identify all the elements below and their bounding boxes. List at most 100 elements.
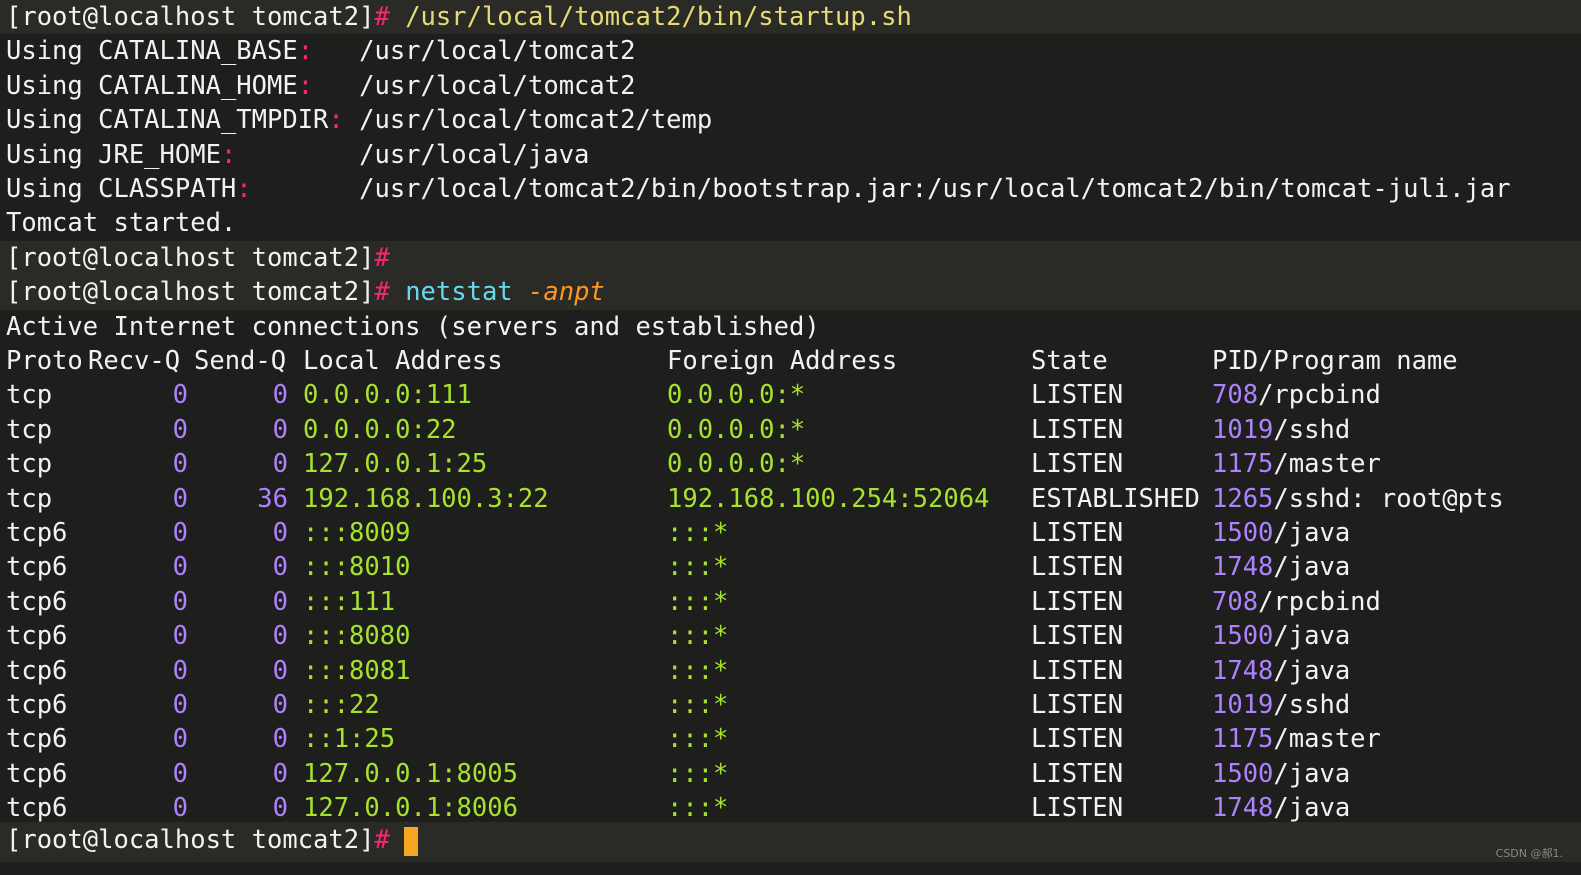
cell-program: /java: [1273, 758, 1351, 789]
cell-program: /java: [1273, 621, 1351, 652]
cell-proto: tcp6: [6, 621, 68, 652]
env-sep: :: [297, 70, 314, 101]
prompt-user-host: [root@localhost tomcat2]: [6, 2, 375, 32]
cell-program: /rpcbind: [1258, 380, 1381, 411]
prompt-line-netstat: [root@localhost tomcat2]# netstat -anpt: [0, 275, 1581, 310]
cell-proto: tcp: [6, 483, 53, 514]
cell-recvq: 0: [172, 690, 188, 720]
cell-sendq: 0: [272, 621, 288, 652]
env-pad: [344, 105, 359, 135]
table-row: tcp6 0 0:::111:::* LISTEN 708/rpcbind: [0, 585, 1581, 619]
cell-local-address: :::8080: [303, 621, 411, 652]
env-sep: :: [220, 139, 237, 170]
table-row: tcp 0 0 0.0.0.0:111 0.0.0.0:* LISTEN 708/rpcbi…: [0, 378, 1581, 412]
table-row: tcp6 0 0 127.0.0.1:8005:::* LISTEN 1500/java: [0, 757, 1581, 791]
prompt-line-empty: [root@localhost tomcat2]#: [0, 240, 1581, 276]
cell-pid: 1500: [1212, 621, 1274, 652]
cell-pid: 1019: [1212, 414, 1274, 445]
table-row: tcp6 0 0 127.0.0.1:8006:::* LISTEN 1748/java: [0, 791, 1581, 825]
table-row: tcp6 0 0:::8010:::* LISTEN 1748/java: [0, 550, 1581, 584]
startup-output-line: Using CATALINA_BASE: /usr/local/tomcat2: [0, 34, 1581, 68]
cell-foreign-address: :::*: [667, 586, 729, 617]
cell-proto: tcp6: [6, 724, 68, 755]
cell-proto: tcp6: [6, 793, 68, 824]
cell-recvq: 0: [172, 655, 188, 686]
cell-proto: tcp6: [6, 758, 68, 789]
cell-state: LISTEN: [1031, 690, 1124, 720]
cell-foreign-address: 0.0.0.0:*: [667, 449, 806, 480]
cell-foreign-address: :::*: [667, 518, 729, 548]
cell-foreign-address: :::*: [667, 552, 729, 583]
prompt-line-current[interactable]: [root@localhost tomcat2]#: [0, 822, 1581, 862]
cell-state: LISTEN: [1031, 586, 1124, 617]
cell-recvq: 0: [172, 449, 188, 480]
table-row: tcp6 0 0::1:25:::* LISTEN 1175/master: [0, 722, 1581, 756]
prompt-hash: #: [374, 2, 390, 32]
cell-sendq: 36: [257, 483, 288, 514]
cell-pid: 1175: [1212, 449, 1274, 480]
env-label: Using CATALINA_BASE: [6, 36, 298, 67]
table-row: tcp 0 0 127.0.0.1:25 0.0.0.0:* LISTEN 1175/mas…: [0, 447, 1581, 481]
cell-state: LISTEN: [1031, 380, 1124, 411]
env-label: Using CLASSPATH: [6, 174, 237, 204]
cell-pid: 1748: [1212, 655, 1274, 686]
cell-local-address: 192.168.100.3:22: [303, 483, 549, 514]
cell-state: ESTABLISHED: [1031, 483, 1200, 514]
cell-foreign-address: 0.0.0.0:*: [667, 380, 806, 411]
table-row: tcp6 0 0:::8080:::* LISTEN 1500/java: [0, 619, 1581, 653]
env-pad: [313, 71, 359, 101]
cell-local-address: :::111: [303, 586, 396, 617]
cell-pid: 1500: [1212, 518, 1274, 548]
netstat-args: -anpt: [528, 277, 605, 308]
watermark: CSDN @郝1.: [1495, 847, 1563, 860]
cell-foreign-address: :::*: [667, 724, 729, 755]
startup-output-line: Using JRE_HOME: /usr/local/java: [0, 138, 1581, 172]
cell-pid: 1265: [1212, 483, 1274, 514]
cell-program: /sshd: [1273, 414, 1351, 445]
table-row: tcp6 0 0:::8009:::* LISTEN 1500/java: [0, 516, 1581, 550]
startup-command: /usr/local/tomcat2/bin/startup.sh: [405, 2, 912, 32]
cell-local-address: :::8081: [303, 655, 411, 686]
cell-sendq: 0: [272, 690, 288, 720]
cell-local-address: :::8010: [303, 552, 411, 583]
cell-recvq: 0: [172, 483, 188, 514]
terminal-window[interactable]: [root@localhost tomcat2]# /usr/local/tom…: [0, 0, 1581, 875]
env-value: /usr/local/tomcat2/bin/bootstrap.jar:/us…: [359, 174, 1511, 204]
env-pad: [252, 174, 359, 204]
cell-local-address: 0.0.0.0:111: [303, 380, 472, 411]
cell-state: LISTEN: [1031, 414, 1124, 445]
env-value: /usr/local/tomcat2: [359, 70, 636, 101]
cell-program: /java: [1273, 793, 1351, 824]
cell-local-address: 127.0.0.1:25: [303, 449, 488, 480]
cell-state: LISTEN: [1031, 552, 1124, 583]
cell-recvq: 0: [172, 621, 188, 652]
cell-sendq: 0: [272, 655, 288, 686]
cell-program: /rpcbind: [1258, 586, 1381, 617]
cell-proto: tcp6: [6, 655, 68, 686]
cell-proto: tcp6: [6, 518, 68, 548]
cell-proto: tcp6: [6, 690, 68, 720]
cell-recvq: 0: [172, 552, 188, 583]
cell-foreign-address: :::*: [667, 621, 729, 652]
cell-state: LISTEN: [1031, 449, 1124, 480]
cell-pid: 1748: [1212, 552, 1274, 583]
netstat-command: netstat: [405, 277, 513, 308]
cell-sendq: 0: [272, 449, 288, 480]
cell-proto: tcp6: [6, 552, 68, 583]
cell-pid: 708: [1212, 586, 1259, 617]
cell-pid: 1019: [1212, 690, 1274, 720]
cell-state: LISTEN: [1031, 758, 1124, 789]
cell-local-address: 127.0.0.1:8006: [303, 793, 518, 824]
cell-foreign-address: :::*: [667, 690, 729, 720]
cell-sendq: 0: [272, 552, 288, 583]
env-pad: [313, 36, 359, 66]
env-label: Using CATALINA_HOME: [6, 70, 298, 101]
cell-foreign-address: :::*: [667, 793, 729, 824]
cell-pid: 1500: [1212, 758, 1274, 789]
env-value: /usr/local/java: [359, 139, 590, 170]
cell-sendq: 0: [272, 758, 288, 789]
cell-proto: tcp: [6, 449, 53, 480]
terminal-cursor: [403, 826, 418, 856]
env-pad: [236, 140, 359, 170]
cell-pid: 1175: [1212, 724, 1274, 755]
